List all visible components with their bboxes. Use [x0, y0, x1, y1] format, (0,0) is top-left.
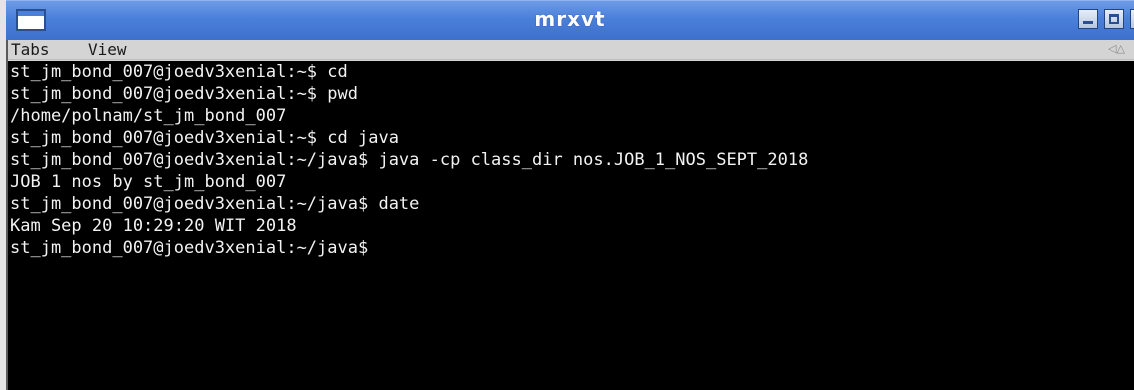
menu-tabs[interactable]: Tabs — [11, 40, 50, 60]
terminal-line: st_jm_bond_007@joedv3xenial:~$ pwd — [10, 84, 358, 104]
menu-bar: Tabs View ◁△ — [8, 40, 1134, 60]
window-title: mrxvt — [534, 7, 606, 31]
minimize-icon — [1083, 21, 1093, 24]
terminal-output: st_jm_bond_007@joedv3xenial:~$ cd st_jm_… — [10, 61, 808, 259]
terminal-line: st_jm_bond_007@joedv3xenial:~/java$ date — [10, 194, 420, 214]
terminal-window: mrxvt Tabs View ◁△ st_jm_bond_007@joedv3… — [0, 0, 1134, 390]
close-button[interactable] — [1130, 9, 1134, 29]
maximize-icon — [1109, 14, 1119, 24]
minimize-button[interactable] — [1078, 9, 1098, 29]
terminal-line: /home/polnam/st_jm_bond_007 — [10, 106, 287, 126]
terminal-line: st_jm_bond_007@joedv3xenial:~$ cd java — [10, 128, 399, 148]
terminal-line: Kam Sep 20 10:29:20 WIT 2018 — [10, 216, 297, 236]
title-bar[interactable]: mrxvt — [6, 0, 1134, 40]
tab-scroll-arrows-icon[interactable]: ◁△ — [1108, 42, 1125, 55]
menu-view[interactable]: View — [88, 40, 127, 60]
maximize-button[interactable] — [1104, 9, 1124, 29]
terminal-line: st_jm_bond_007@joedv3xenial:~/java$ java… — [10, 150, 809, 170]
terminal-line: st_jm_bond_007@joedv3xenial:~$ cd — [10, 62, 348, 82]
terminal-area[interactable]: st_jm_bond_007@joedv3xenial:~$ cd st_jm_… — [8, 61, 1134, 390]
terminal-prompt-line: st_jm_bond_007@joedv3xenial:~/java$ — [10, 238, 369, 258]
terminal-line: JOB 1 nos by st_jm_bond_007 — [10, 172, 287, 192]
